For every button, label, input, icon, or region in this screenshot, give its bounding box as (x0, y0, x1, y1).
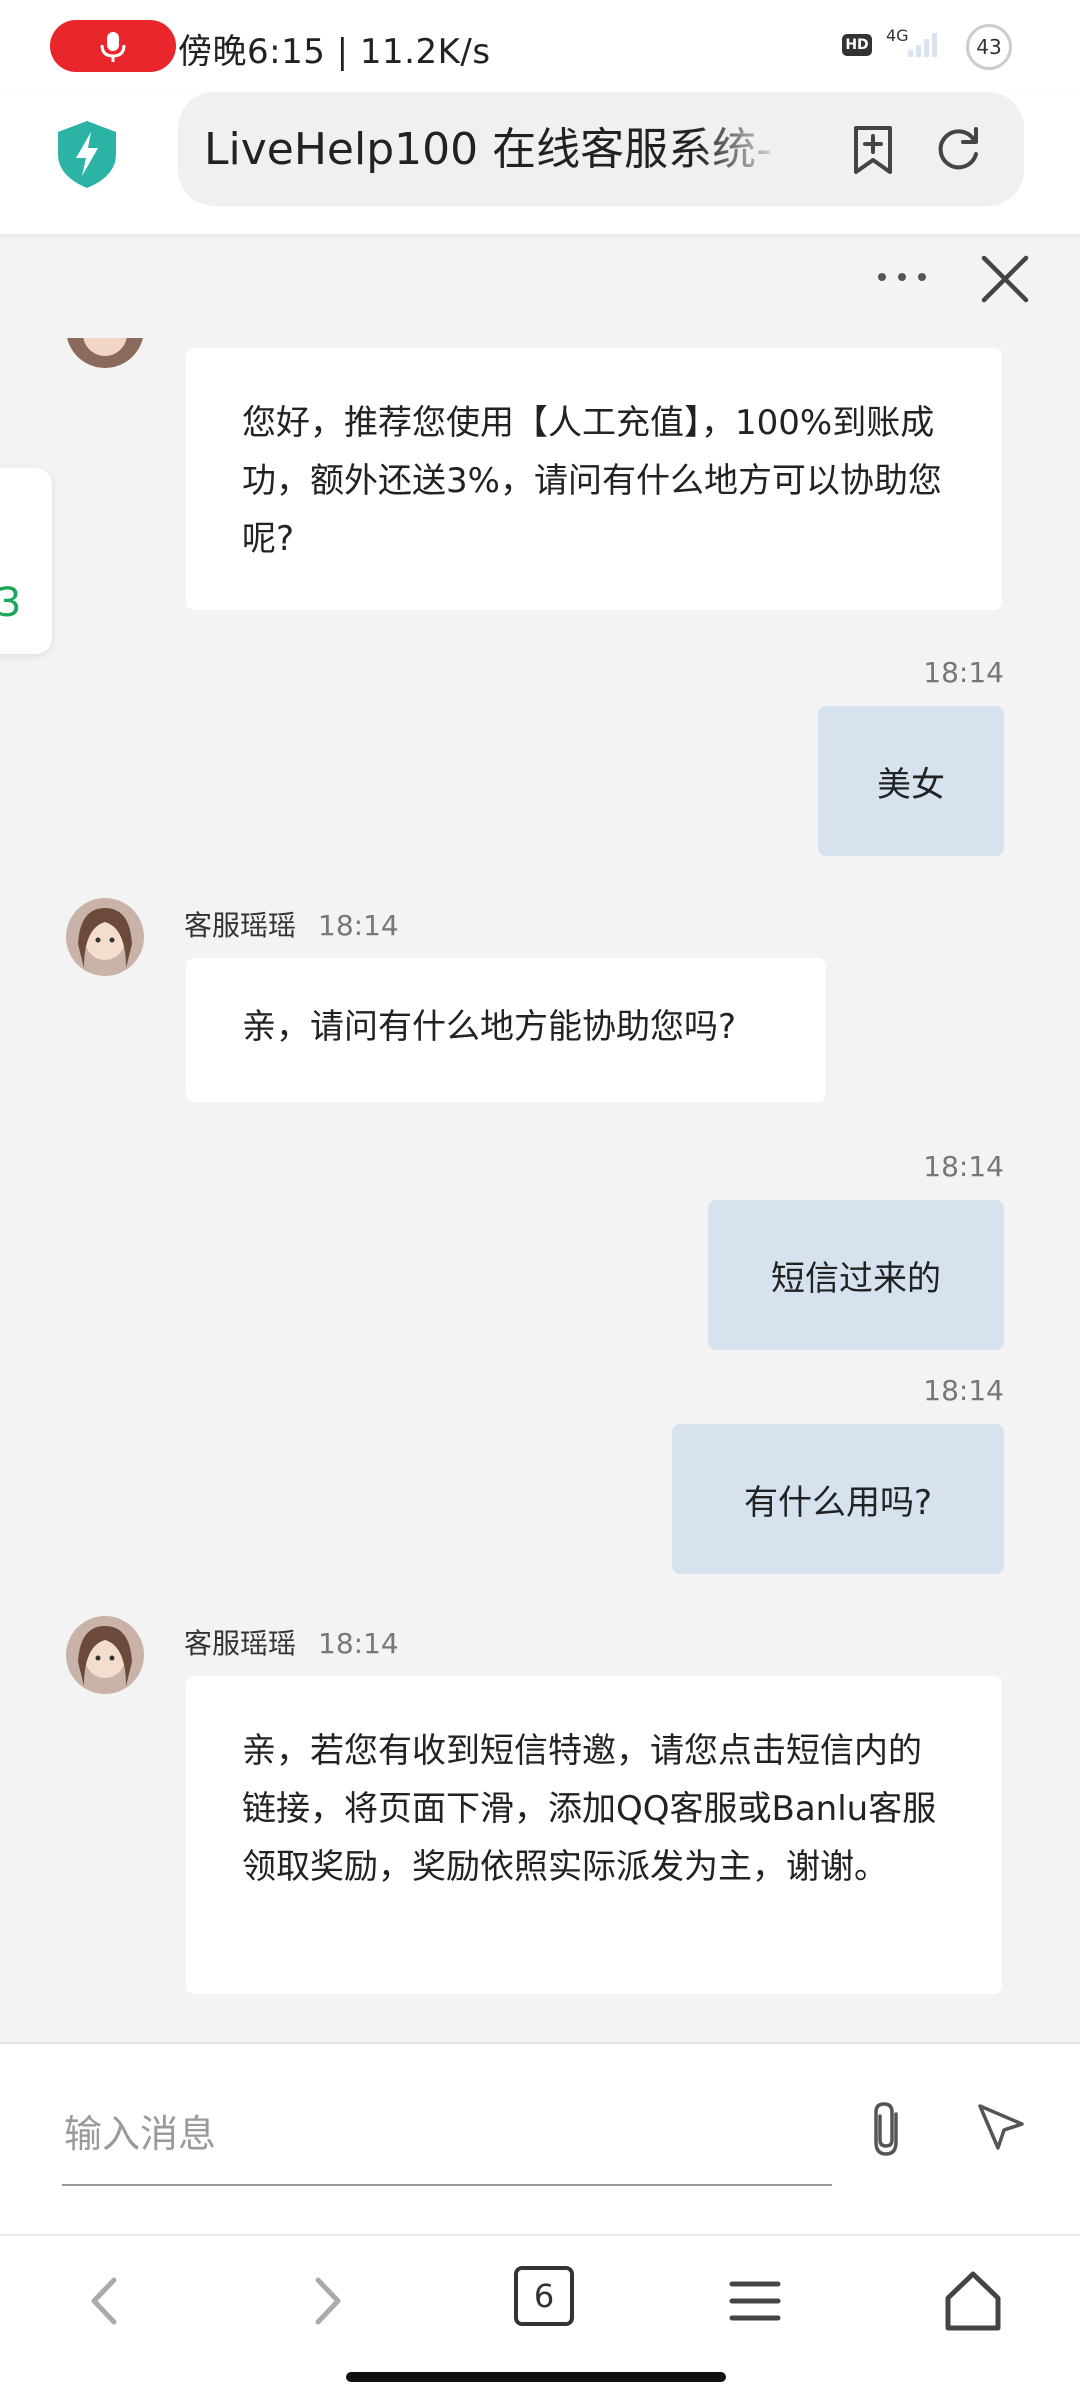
agent-name: 客服瑶瑶 (184, 909, 297, 942)
status-bar: 傍晚6:15 | 11.2K/s HD 4G 43 (0, 0, 1080, 92)
message-time: 18:14 (923, 1374, 1004, 1407)
forward-icon[interactable] (290, 2266, 360, 2336)
menu-icon[interactable] (720, 2266, 790, 2336)
side-floating-tab[interactable]: 3 (0, 468, 52, 654)
agent-meta: 客服瑶瑶 18:14 (184, 1622, 399, 1662)
browser-bottom-nav: 6 (0, 2234, 1080, 2402)
agent-avatar (66, 1616, 144, 1694)
hd-badge: HD (842, 34, 872, 56)
send-icon[interactable] (974, 2100, 1028, 2154)
browser-address-bar: LiveHelp100 在线客服系统- (0, 92, 1080, 234)
agent-message-bubble: 亲，若您有收到短信特邀，请您点击短信内的链接，将页面下滑，添加QQ客服或Banl… (186, 1676, 1002, 1994)
message-time: 18:14 (923, 656, 1004, 689)
agent-message-bubble: 您好，推荐您使用【人工充值】，100%到账成功，额外还送3%，请问有什么地方可以… (186, 348, 1002, 610)
message-input-area (0, 2042, 1080, 2236)
agent-avatar (66, 338, 144, 368)
recording-indicator[interactable] (50, 20, 176, 72)
url-field[interactable]: LiveHelp100 在线客服系统- (178, 92, 1024, 206)
bookmark-add-icon[interactable] (850, 124, 896, 176)
user-message-bubble: 有什么用吗? (672, 1424, 1004, 1574)
input-underline (62, 2184, 832, 2186)
agent-avatar (66, 898, 144, 976)
microphone-icon (100, 32, 126, 62)
page-title[interactable]: LiveHelp100 在线客服系统- (204, 120, 784, 180)
agent-name: 客服瑶瑶 (184, 1627, 297, 1660)
side-tab-label: 3 (0, 580, 22, 626)
shield-bolt-icon[interactable] (54, 118, 120, 190)
user-message-bubble: 短信过来的 (708, 1200, 1004, 1350)
signal-icon (908, 33, 937, 57)
more-icon[interactable] (872, 262, 932, 292)
tabs-button[interactable]: 6 (514, 2266, 574, 2326)
paperclip-icon[interactable] (862, 2098, 914, 2162)
message-input[interactable] (62, 2098, 836, 2170)
agent-message-bubble: 亲，请问有什么地方能协助您吗? (186, 958, 826, 1102)
user-message-bubble: 美女 (818, 706, 1004, 856)
back-icon[interactable] (72, 2266, 142, 2336)
agent-meta: 客服瑶瑶 18:14 (184, 904, 399, 944)
message-time: 18:14 (318, 1627, 399, 1660)
message-time: 18:14 (923, 1150, 1004, 1183)
status-time-speed: 傍晚6:15 | 11.2K/s (178, 32, 491, 72)
message-time: 18:14 (318, 909, 399, 942)
close-icon[interactable] (978, 252, 1032, 306)
battery-indicator: 43 (966, 24, 1012, 70)
home-icon[interactable] (938, 2266, 1008, 2336)
refresh-icon[interactable] (934, 124, 984, 174)
gesture-home-bar[interactable] (346, 2372, 726, 2382)
